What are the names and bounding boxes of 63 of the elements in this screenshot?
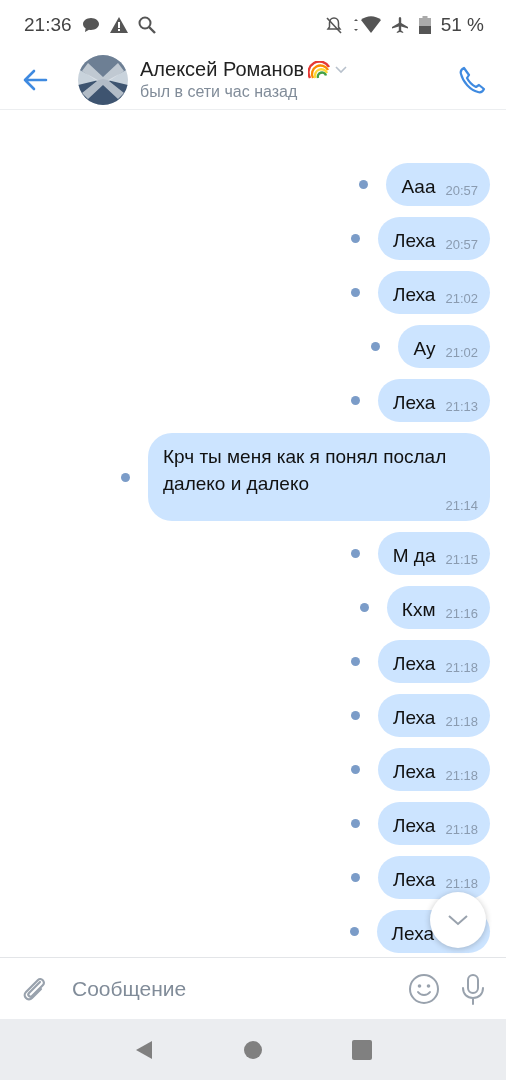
call-button[interactable] xyxy=(458,65,486,94)
message-bubble[interactable]: Леха 21:13 xyxy=(377,379,490,422)
message-text: Леха xyxy=(392,868,436,892)
message-text: Леха xyxy=(392,283,436,307)
message-time: 21:14 xyxy=(444,497,478,515)
message-text: Крч ты меня как я понял послал далеко и далеко xyxy=(163,445,448,496)
message-time: 21:18 xyxy=(444,875,478,893)
emoji-button[interactable] xyxy=(408,972,440,1005)
contact-name: Алексей Романов xyxy=(140,58,305,81)
search-icon xyxy=(137,16,156,34)
message-text: Леха xyxy=(392,760,436,784)
warning-icon xyxy=(109,17,128,33)
message-time: 21:18 xyxy=(444,821,478,839)
nav-recents-button[interactable] xyxy=(352,1039,372,1060)
message-bubble[interactable]: Леха 21:18 xyxy=(377,748,490,791)
last-seen-status: был в сети час назад xyxy=(140,83,299,101)
message-bubble[interactable]: Кхм 21:16 xyxy=(386,586,490,629)
message-time: 21:02 xyxy=(444,290,478,308)
chat-icon xyxy=(81,17,100,33)
message-bubble[interactable]: Леха 20:57 xyxy=(377,217,490,260)
airplane-icon xyxy=(390,16,409,34)
message-time: 20:57 xyxy=(444,236,478,254)
message-bubble[interactable]: Леха 21:18 xyxy=(377,856,490,899)
message-text: Леха xyxy=(392,652,436,676)
rainbow-icon xyxy=(308,60,331,79)
message-time: 21:18 xyxy=(444,767,478,785)
message-bubble[interactable]: Ааа 20:57 xyxy=(386,163,490,206)
chevron-down-icon xyxy=(447,914,469,926)
message-text: Ааа xyxy=(401,175,436,199)
message-text: Леха xyxy=(391,922,434,946)
message-time: 21:18 xyxy=(444,713,478,731)
status-time: 21:36 xyxy=(24,14,72,36)
message-text: Леха xyxy=(392,814,436,838)
message-bubble[interactable]: Ау 21:02 xyxy=(398,325,490,368)
microphone-button[interactable] xyxy=(460,972,486,1005)
nav-home-button[interactable] xyxy=(244,1040,262,1059)
message-text: Кхм xyxy=(401,598,436,622)
message-text: Леха xyxy=(392,706,436,730)
battery-icon xyxy=(418,16,431,34)
message-bubble[interactable]: Леха 21:18 xyxy=(377,802,490,845)
back-button[interactable] xyxy=(22,68,48,91)
battery-percentage: 51 % xyxy=(440,14,484,36)
bell-off-icon xyxy=(324,16,343,34)
message-time: 21:02 xyxy=(444,344,478,362)
message-input[interactable]: Сообщение xyxy=(70,975,388,1002)
avatar[interactable] xyxy=(78,54,128,105)
message-bubble[interactable]: Леха 21:02 xyxy=(377,271,490,314)
chevron-down-icon[interactable] xyxy=(334,65,349,74)
wifi-icon xyxy=(352,16,381,34)
message-bubble[interactable]: Леха 21:18 xyxy=(377,640,490,683)
message-time: 20:57 xyxy=(444,182,478,200)
message-text: М да xyxy=(392,544,436,568)
message-text: Леха xyxy=(392,229,436,253)
message-time: 21:13 xyxy=(444,398,478,416)
message-time: 21:18 xyxy=(444,659,478,677)
message-bubble[interactable]: Крч ты меня как я понял послал далеко и далеко 21:14 xyxy=(148,433,490,521)
message-bubble[interactable]: М да 21:15 xyxy=(377,532,490,575)
message-bubble[interactable]: Леха 21:18 xyxy=(377,694,490,737)
message-time: 21:15 xyxy=(444,551,478,569)
message-text: Ау xyxy=(413,337,436,361)
message-text: Леха xyxy=(392,391,436,415)
message-time: 21:16 xyxy=(444,605,478,623)
nav-back-button[interactable] xyxy=(134,1039,154,1060)
